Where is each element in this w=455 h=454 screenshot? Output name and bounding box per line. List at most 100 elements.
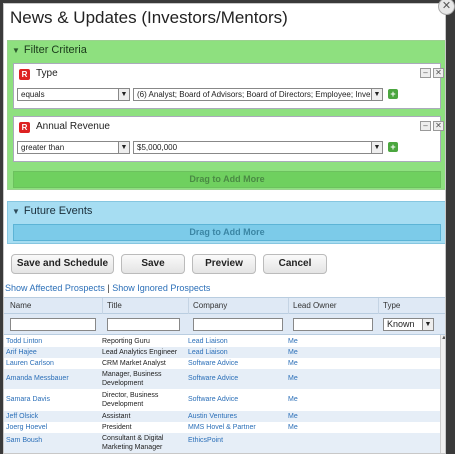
type-filter-select[interactable]: Known ▼ [383,318,434,331]
row-company[interactable]: Software Advice [188,374,238,383]
operator-value: equals [21,90,45,99]
row-owner[interactable]: Me [288,374,298,383]
row-name[interactable]: Amanda Messbauer [6,374,69,383]
table-body: Todd Linton Reporting Guru Lead Liaison … [4,335,440,453]
row-name[interactable]: Todd Linton [6,337,42,346]
table-row[interactable]: Amanda Messbauer Manager, Business Devel… [4,369,440,389]
table-filter-row: Known ▼ [4,314,445,335]
future-events-header[interactable]: ▼ Future Events [12,205,92,217]
operator-select[interactable]: equals ▼ [17,88,130,101]
row-name[interactable]: Samara Davis [6,395,50,404]
row-title: Director, Business Development [102,392,159,408]
value-select[interactable]: (6) Analyst; Board of Advisors; Board of… [133,88,383,101]
table-row[interactable]: Sam Boush Consultant & Digital Marketing… [4,433,440,453]
value-select[interactable]: $5,000,000 ▼ [133,141,383,154]
show-affected-prospects-link[interactable]: Show Affected Prospects [5,283,105,293]
minimize-icon[interactable]: – [420,68,431,78]
row-owner[interactable]: Me [288,423,298,432]
chevron-down-icon: ▼ [118,89,129,100]
row-owner[interactable]: Me [288,337,298,346]
row-title: Lead Analytics Engineer [102,349,178,356]
company-filter-input[interactable] [193,318,283,331]
criterion-label: Type [36,68,58,79]
row-company[interactable]: Lead Liaison [188,348,228,357]
value-text: $5,000,000 [137,143,178,152]
table-row[interactable]: Samara Davis Director, Business Developm… [4,390,440,410]
column-header-company[interactable]: Company [193,301,227,310]
remove-icon[interactable]: ✕ [433,121,444,131]
name-filter-input[interactable] [10,318,96,331]
table-row[interactable]: Lauren Carlson CRM Market Analyst Softwa… [4,358,440,369]
value-text: (6) Analyst; Board of Advisors; Board of… [137,90,377,99]
chevron-down-icon: ▼ [371,89,382,100]
criterion-icon: R [19,69,30,80]
row-company[interactable]: Software Advice [188,395,238,404]
column-header-lead-owner[interactable]: Lead Owner [293,301,337,310]
dialog-title: News & Updates (Investors/Mentors) [10,8,288,27]
row-title: Assistant [102,413,131,420]
row-title: President [102,424,132,431]
close-icon[interactable]: ✕ [438,0,455,15]
criterion-type: R Type – ✕ equals ▼ (6) Analyst; Board o… [13,63,444,109]
link-separator: | [107,283,110,293]
criterion-icon: R [19,122,30,133]
future-events-section: ▼ Future Events Drag to Add More [7,201,445,244]
row-name[interactable]: Lauren Carlson [6,359,54,368]
operator-select[interactable]: greater than ▼ [17,141,130,154]
row-company[interactable]: EthicsPoint [188,436,223,445]
row-name[interactable]: Sam Boush [6,436,42,445]
type-filter-value: Known [387,319,415,329]
table-row[interactable]: Jeff Olsick Assistant Austin Ventures Me [4,411,440,422]
filter-criteria-section: ▼ Filter Criteria R Type – ✕ equals ▼ (6)… [7,40,445,190]
title-filter-input[interactable] [107,318,180,331]
criterion-label: Annual Revenue [36,121,110,132]
show-ignored-prospects-link[interactable]: Show Ignored Prospects [112,283,210,293]
add-value-button[interactable]: + [388,89,398,99]
table-header: Name Title Company Lead Owner Type [4,298,445,314]
filter-drop-zone[interactable]: Drag to Add More [13,171,441,188]
operator-value: greater than [21,143,65,152]
vertical-scrollbar[interactable]: ▲ [440,335,445,453]
preview-button[interactable]: Preview [192,254,256,274]
row-owner[interactable]: Me [288,348,298,357]
future-events-title: Future Events [23,205,93,217]
future-drop-zone[interactable]: Drag to Add More [13,224,441,241]
row-company[interactable]: MMS Hovel & Partner [188,423,256,432]
row-name[interactable]: Arif Hajee [6,348,37,357]
add-value-button[interactable]: + [388,142,398,152]
criterion-annual-revenue: R Annual Revenue – ✕ greater than ▼ $5,0… [13,116,444,162]
column-header-name[interactable]: Name [10,301,31,310]
collapse-triangle-icon: ▼ [12,207,20,216]
chevron-down-icon: ▼ [371,142,382,153]
row-name[interactable]: Joerg Hoevel [6,423,47,432]
table-row[interactable]: Arif Hajee Lead Analytics Engineer Lead … [4,347,440,358]
column-header-type[interactable]: Type [383,301,400,310]
filter-criteria-title: Filter Criteria [23,44,87,56]
row-owner[interactable]: Me [288,412,298,421]
table-row[interactable]: Todd Linton Reporting Guru Lead Liaison … [4,336,440,347]
row-company[interactable]: Austin Ventures [188,412,237,421]
cancel-button[interactable]: Cancel [263,254,327,274]
dialog: News & Updates (Investors/Mentors) ▼ Filt… [3,3,446,454]
row-title: Consultant & Digital Marketing Manager [102,435,164,451]
chevron-down-icon: ▼ [422,319,433,330]
minimize-icon[interactable]: – [420,121,431,131]
row-name[interactable]: Jeff Olsick [6,412,38,421]
column-header-title[interactable]: Title [107,301,122,310]
row-company[interactable]: Software Advice [188,359,238,368]
scroll-up-icon[interactable]: ▲ [441,335,445,343]
prospects-table: Name Title Company Lead Owner Type Known… [4,297,445,453]
lead-owner-filter-input[interactable] [293,318,373,331]
remove-icon[interactable]: ✕ [433,68,444,78]
table-row[interactable]: Joerg Hoevel President MMS Hovel & Partn… [4,422,440,433]
row-owner[interactable]: Me [288,395,298,404]
row-company[interactable]: Lead Liaison [188,337,228,346]
save-and-schedule-button[interactable]: Save and Schedule [11,254,114,274]
row-owner[interactable]: Me [288,359,298,368]
row-title: Manager, Business Development [102,371,162,387]
chevron-down-icon: ▼ [118,142,129,153]
row-title: Reporting Guru [102,338,150,345]
collapse-triangle-icon: ▼ [12,46,20,55]
save-button[interactable]: Save [121,254,185,274]
filter-criteria-header[interactable]: ▼ Filter Criteria [12,44,87,56]
